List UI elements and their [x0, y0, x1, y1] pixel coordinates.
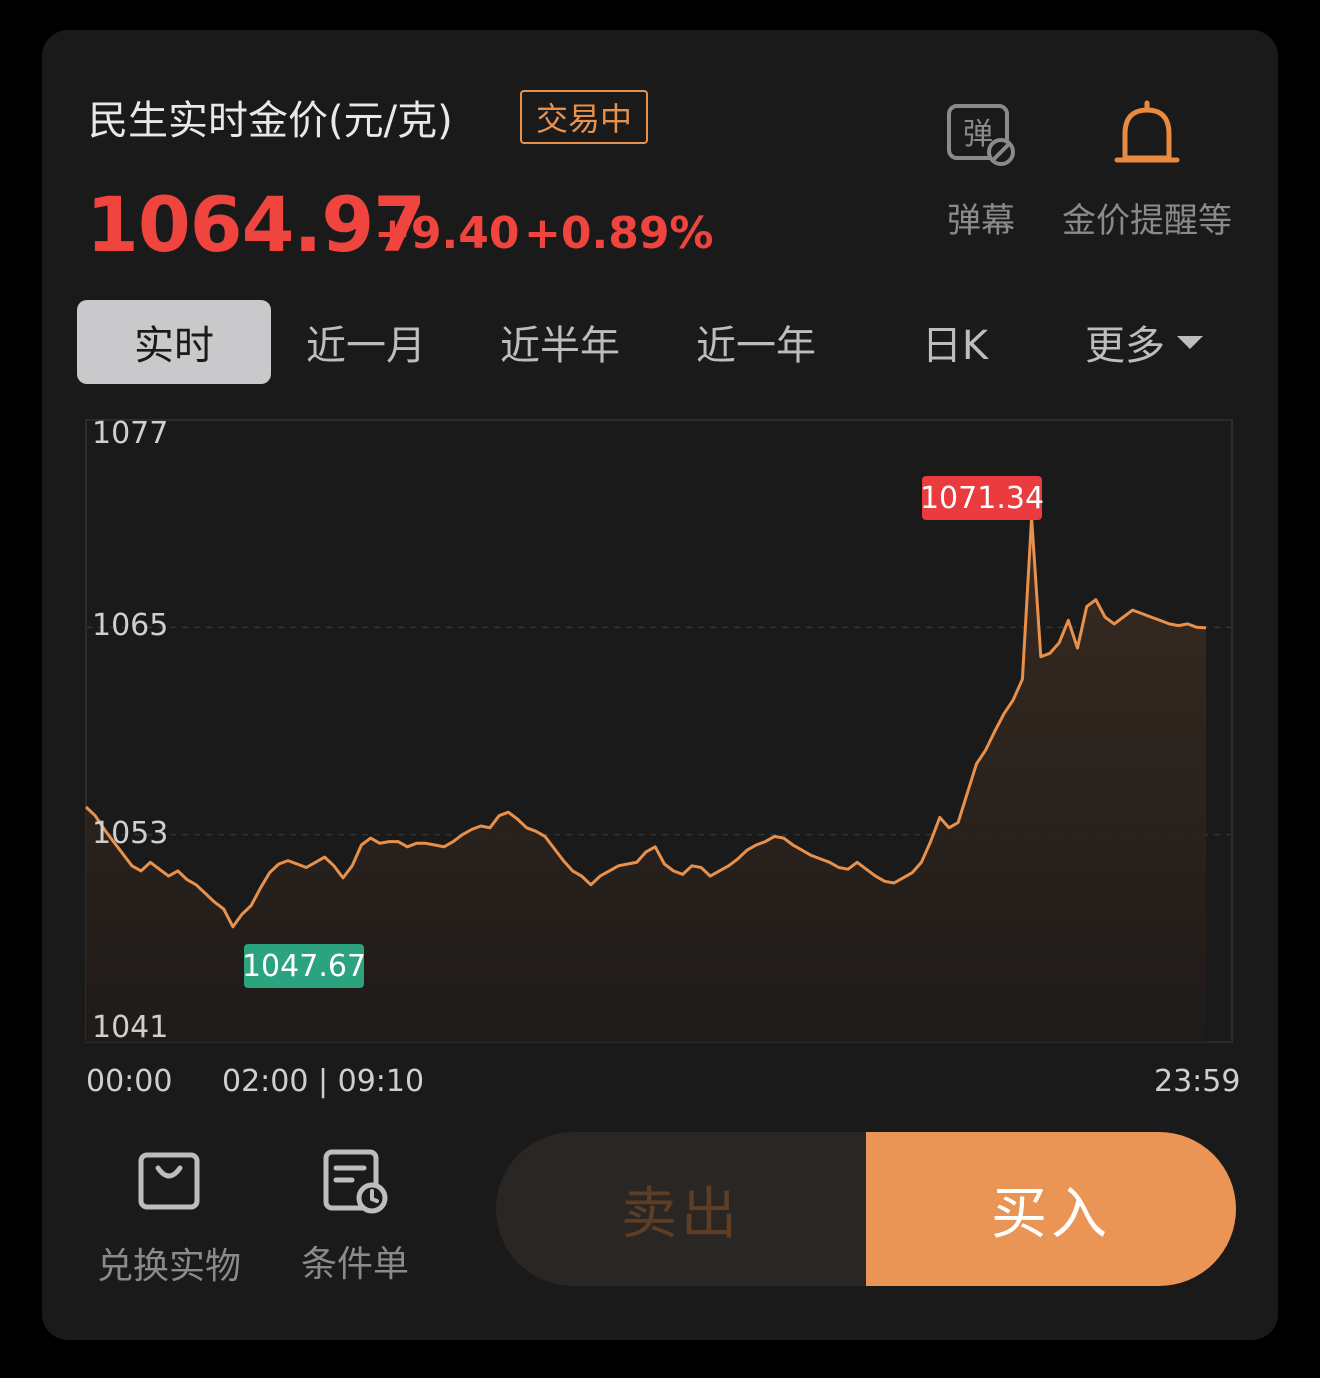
y-tick-1053: 1053 — [92, 816, 169, 851]
y-tick-1041: 1041 — [92, 1010, 169, 1045]
low-price-label: 1047.67 — [242, 944, 366, 988]
sell-button[interactable]: 卖出 — [496, 1132, 866, 1286]
high-price-label: 1071.34 — [920, 476, 1044, 520]
clock-document-icon — [323, 1149, 388, 1214]
x-tick-session-break: 02:00 | 09:10 — [222, 1064, 425, 1099]
y-tick-1077: 1077 — [92, 416, 169, 451]
x-tick-start: 00:00 — [86, 1064, 173, 1099]
buy-button[interactable]: 买入 — [866, 1132, 1236, 1286]
redeem-label: 兑换实物 — [96, 1246, 241, 1287]
condition-order-button[interactable]: 条件单 — [290, 1148, 420, 1287]
shopping-bag-icon — [138, 1152, 200, 1210]
x-tick-end: 23:59 — [1154, 1064, 1241, 1099]
y-tick-1065: 1065 — [92, 608, 169, 643]
redeem-button[interactable]: 兑换实物 — [86, 1150, 252, 1289]
condition-order-label: 条件单 — [300, 1244, 409, 1285]
